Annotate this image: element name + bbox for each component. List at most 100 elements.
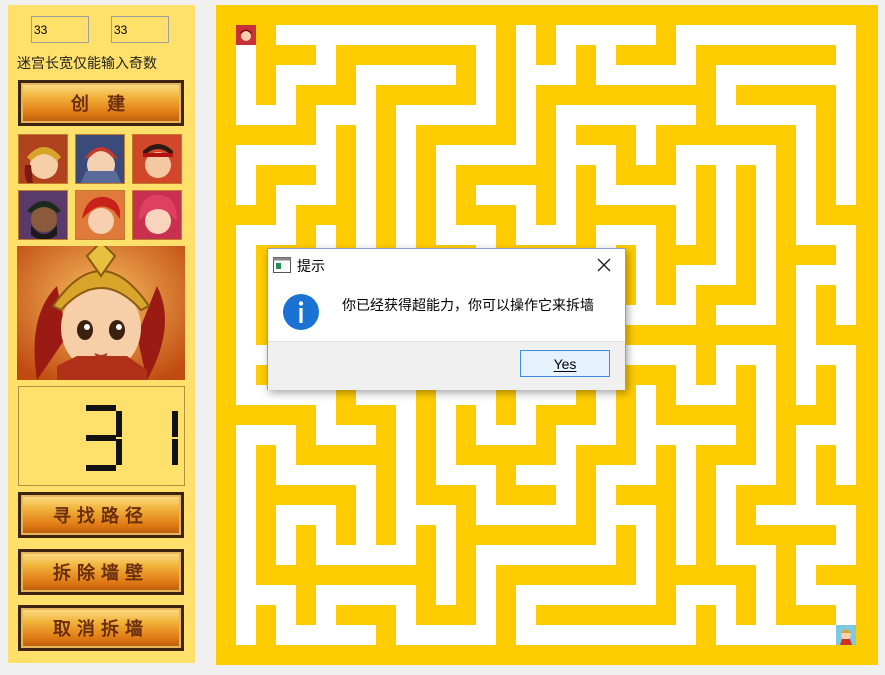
- maze-path-cell[interactable]: [376, 25, 396, 45]
- maze-path-cell[interactable]: [696, 265, 716, 285]
- maze-path-cell[interactable]: [276, 425, 296, 445]
- maze-path-cell[interactable]: [836, 445, 856, 465]
- maze-path-cell[interactable]: [276, 65, 296, 85]
- maze-path-cell[interactable]: [816, 225, 836, 245]
- maze-path-cell[interactable]: [656, 625, 676, 645]
- maze-path-cell[interactable]: [576, 25, 596, 45]
- maze-path-cell[interactable]: [756, 25, 776, 45]
- maze-path-cell[interactable]: [496, 145, 516, 165]
- maze-path-cell[interactable]: [796, 425, 816, 445]
- maze-path-cell[interactable]: [396, 505, 416, 525]
- maze-path-cell[interactable]: [476, 625, 496, 645]
- maze-path-cell[interactable]: [276, 145, 296, 165]
- maze-path-cell[interactable]: [496, 505, 516, 525]
- maze-path-cell[interactable]: [836, 345, 856, 365]
- maze-path-cell[interactable]: [756, 285, 776, 305]
- maze-path-cell[interactable]: [476, 605, 496, 625]
- maze-path-cell[interactable]: [716, 105, 736, 125]
- maze-path-cell[interactable]: [436, 625, 456, 645]
- maze-path-cell[interactable]: [516, 505, 536, 525]
- maze-path-cell[interactable]: [636, 465, 656, 485]
- maze-path-cell[interactable]: [236, 345, 256, 365]
- maze-path-cell[interactable]: [576, 625, 596, 645]
- maze-path-cell[interactable]: [356, 545, 376, 565]
- maze-path-cell[interactable]: [636, 385, 656, 405]
- maze-path-cell[interactable]: [516, 225, 536, 245]
- maze-path-cell[interactable]: [836, 105, 856, 125]
- maze-path-cell[interactable]: [816, 425, 836, 445]
- maze-path-cell[interactable]: [696, 385, 716, 405]
- maze-path-cell[interactable]: [436, 545, 456, 565]
- maze-path-cell[interactable]: [476, 25, 496, 45]
- maze-path-cell[interactable]: [756, 205, 776, 225]
- maze-path-cell[interactable]: [716, 265, 736, 285]
- maze-path-cell[interactable]: [656, 345, 676, 365]
- maze-path-cell[interactable]: [796, 105, 816, 125]
- create-button[interactable]: 创 建: [18, 80, 184, 126]
- maze-path-cell[interactable]: [256, 225, 276, 245]
- maze-path-cell[interactable]: [636, 545, 656, 565]
- maze-path-cell[interactable]: [316, 125, 336, 145]
- maze-path-cell[interactable]: [676, 445, 696, 465]
- maze-path-cell[interactable]: [636, 405, 656, 425]
- maze-path-cell[interactable]: [616, 225, 636, 245]
- maze-path-cell[interactable]: [236, 385, 256, 405]
- maze-path-cell[interactable]: [836, 465, 856, 485]
- maze-path-cell[interactable]: [796, 465, 816, 485]
- maze-path-cell[interactable]: [716, 505, 736, 525]
- maze-path-cell[interactable]: [476, 505, 496, 525]
- maze-path-cell[interactable]: [356, 25, 376, 45]
- maze-path-cell[interactable]: [516, 545, 536, 565]
- maze-path-cell[interactable]: [396, 145, 416, 165]
- maze-path-cell[interactable]: [276, 625, 296, 645]
- maze-path-cell[interactable]: [576, 585, 596, 605]
- maze-path-cell[interactable]: [316, 625, 336, 645]
- maze-path-cell[interactable]: [616, 505, 636, 525]
- maze-path-cell[interactable]: [336, 545, 356, 565]
- maze-path-cell[interactable]: [676, 225, 696, 245]
- maze-path-cell[interactable]: [236, 85, 256, 105]
- maze-path-cell[interactable]: [476, 185, 496, 205]
- maze-path-cell[interactable]: [416, 505, 436, 525]
- maze-path-cell[interactable]: [376, 585, 396, 605]
- maze-path-cell[interactable]: [836, 125, 856, 145]
- maze-path-cell[interactable]: [596, 545, 616, 565]
- maze-path-cell[interactable]: [436, 25, 456, 45]
- maze-path-cell[interactable]: [556, 585, 576, 605]
- maze-path-cell[interactable]: [236, 105, 256, 125]
- maze-path-cell[interactable]: [756, 625, 776, 645]
- maze-path-cell[interactable]: [596, 25, 616, 45]
- maze-path-cell[interactable]: [616, 185, 636, 205]
- maze-path-cell[interactable]: [556, 445, 576, 465]
- maze-path-cell[interactable]: [236, 305, 256, 325]
- maze-path-cell[interactable]: [556, 505, 576, 525]
- maze-path-cell[interactable]: [276, 585, 296, 605]
- maze-path-cell[interactable]: [476, 425, 496, 445]
- maze-path-cell[interactable]: [476, 65, 496, 85]
- maze-path-cell[interactable]: [796, 305, 816, 325]
- maze-path-cell[interactable]: [736, 145, 756, 165]
- maze-path-cell[interactable]: [516, 625, 536, 645]
- maze-path-cell[interactable]: [616, 625, 636, 645]
- maze-path-cell[interactable]: [296, 505, 316, 525]
- maze-path-cell[interactable]: [276, 185, 296, 205]
- maze-path-cell[interactable]: [596, 505, 616, 525]
- maze-path-cell[interactable]: [516, 185, 536, 205]
- maze-path-cell[interactable]: [516, 25, 536, 45]
- maze-path-cell[interactable]: [316, 45, 336, 65]
- maze-path-cell[interactable]: [476, 565, 496, 585]
- maze-path-cell[interactable]: [816, 25, 836, 45]
- maze-path-cell[interactable]: [636, 445, 656, 465]
- maze-path-cell[interactable]: [836, 65, 856, 85]
- maze-path-cell[interactable]: [636, 105, 656, 125]
- maze-path-cell[interactable]: [236, 285, 256, 305]
- maze-path-cell[interactable]: [676, 205, 696, 225]
- maze-path-cell[interactable]: [316, 525, 336, 545]
- maze-path-cell[interactable]: [236, 445, 256, 465]
- maze-path-cell[interactable]: [276, 105, 296, 125]
- maze-path-cell[interactable]: [296, 25, 316, 45]
- maze-path-cell[interactable]: [636, 345, 656, 365]
- maze-path-cell[interactable]: [536, 545, 556, 565]
- maze-path-cell[interactable]: [836, 265, 856, 285]
- maze-path-cell[interactable]: [716, 485, 736, 505]
